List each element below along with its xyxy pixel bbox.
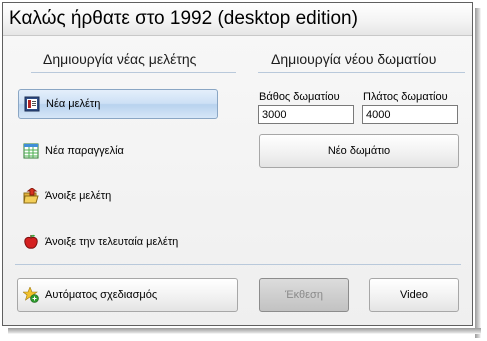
new-order-label: Νέα παραγγελία — [45, 145, 124, 157]
room-depth-input[interactable] — [258, 105, 354, 124]
auto-design-button[interactable]: Αυτόματος σχεδιασμός — [17, 278, 238, 312]
video-button[interactable]: Video — [369, 278, 459, 312]
title-bar: Καλώς ήρθατε στο 1992 (desktop edition) — [3, 3, 472, 36]
report-label: Έκθεση — [285, 289, 323, 301]
welcome-window: Καλώς ήρθατε στο 1992 (desktop edition) … — [2, 2, 473, 326]
new-study-section-title: Δημιουργία νέας μελέτης — [43, 51, 197, 67]
report-button[interactable]: Έκθεση — [259, 278, 349, 312]
new-room-button[interactable]: Νέο δωμάτιο — [259, 134, 459, 168]
left-section-divider — [31, 72, 236, 73]
new-order-button[interactable]: Νέα παραγγελία — [18, 136, 218, 166]
room-width-label: Πλάτος δωματίου — [363, 91, 448, 103]
video-label: Video — [400, 289, 428, 301]
auto-design-label: Αυτόματος σχεδιασμός — [45, 289, 158, 301]
new-order-icon — [23, 143, 39, 159]
open-last-study-button[interactable]: Άνοιξε την τελευταία μελέτη — [18, 227, 218, 257]
star-plus-icon — [22, 286, 39, 303]
open-folder-icon — [23, 187, 39, 204]
room-width-input[interactable] — [362, 105, 458, 124]
new-room-label: Νέο δωμάτιο — [327, 145, 391, 157]
welcome-panel: Δημιουργία νέας μελέτης Νέα μελέτη Νέα π… — [3, 36, 472, 325]
bottom-divider — [15, 264, 461, 265]
room-depth-label: Βάθος δωματίου — [259, 91, 340, 103]
right-section-divider — [258, 72, 465, 73]
open-study-label: Άνοιξε μελέτη — [45, 190, 112, 202]
window-title: Καλώς ήρθατε στο 1992 (desktop edition) — [9, 8, 358, 29]
new-study-button[interactable]: Νέα μελέτη — [18, 89, 218, 119]
open-last-study-label: Άνοιξε την τελευταία μελέτη — [45, 236, 179, 248]
new-study-icon — [24, 96, 40, 112]
new-study-label: Νέα μελέτη — [46, 98, 101, 110]
window-shadow-right — [475, 8, 481, 338]
open-study-button[interactable]: Άνοιξε μελέτη — [18, 181, 218, 211]
new-room-section-title: Δημιουργία νέου δωματίου — [271, 51, 437, 67]
apple-icon — [23, 234, 39, 250]
window-shadow-bottom — [8, 328, 481, 334]
